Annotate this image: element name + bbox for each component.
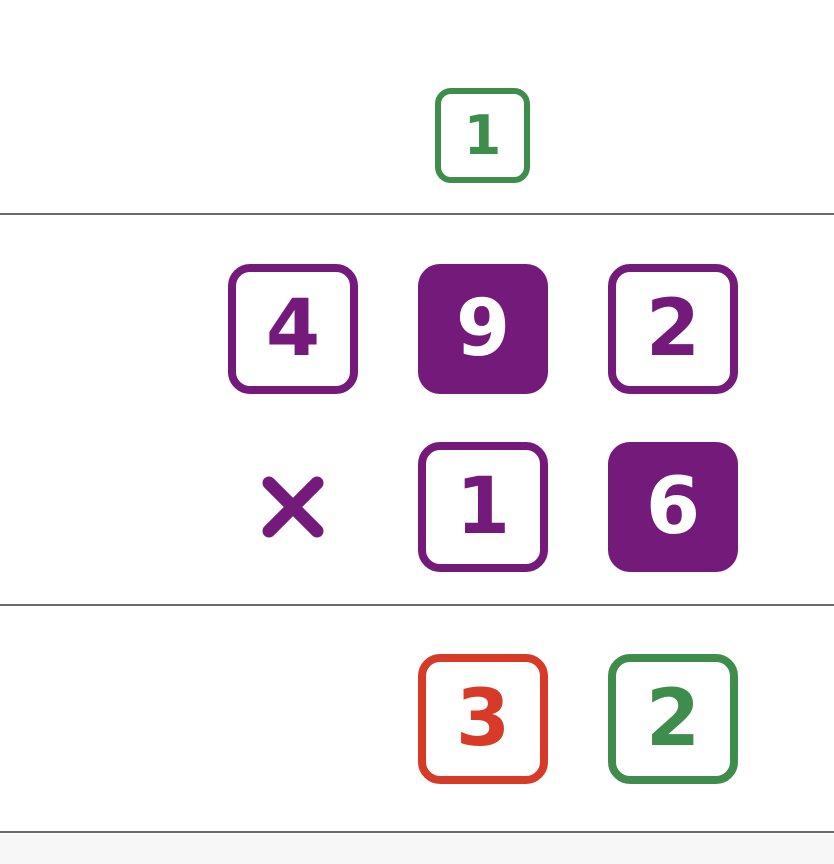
multiplier-digit-ones-highlighted: 6	[608, 442, 738, 572]
divider-middle	[0, 604, 834, 606]
multiply-icon	[228, 442, 358, 572]
carry-digit: 1	[463, 103, 502, 167]
multiplicand-digit: 4	[265, 284, 321, 374]
multiplier-digit-tens: 1	[418, 442, 548, 572]
carry-digit-tile: 1	[435, 88, 530, 183]
bottom-margin	[0, 834, 834, 864]
multiplicand-digit-hundreds: 4	[228, 264, 358, 394]
multiplicand-digit-tens-highlighted: 9	[418, 264, 548, 394]
multiplicand-digit: 9	[455, 284, 511, 374]
multiplicand-digit-ones: 2	[608, 264, 738, 394]
result-digit: 2	[645, 674, 701, 764]
result-digit: 3	[455, 674, 511, 764]
result-digit-tens: 3	[418, 654, 548, 784]
divider-bottom	[0, 831, 834, 833]
multiplier-digit: 6	[645, 462, 701, 552]
multiplier-digit: 1	[455, 462, 511, 552]
divider-top	[0, 213, 834, 215]
multiplicand-digit: 2	[645, 284, 701, 374]
result-digit-ones: 2	[608, 654, 738, 784]
multiply-icon-svg	[262, 476, 324, 538]
